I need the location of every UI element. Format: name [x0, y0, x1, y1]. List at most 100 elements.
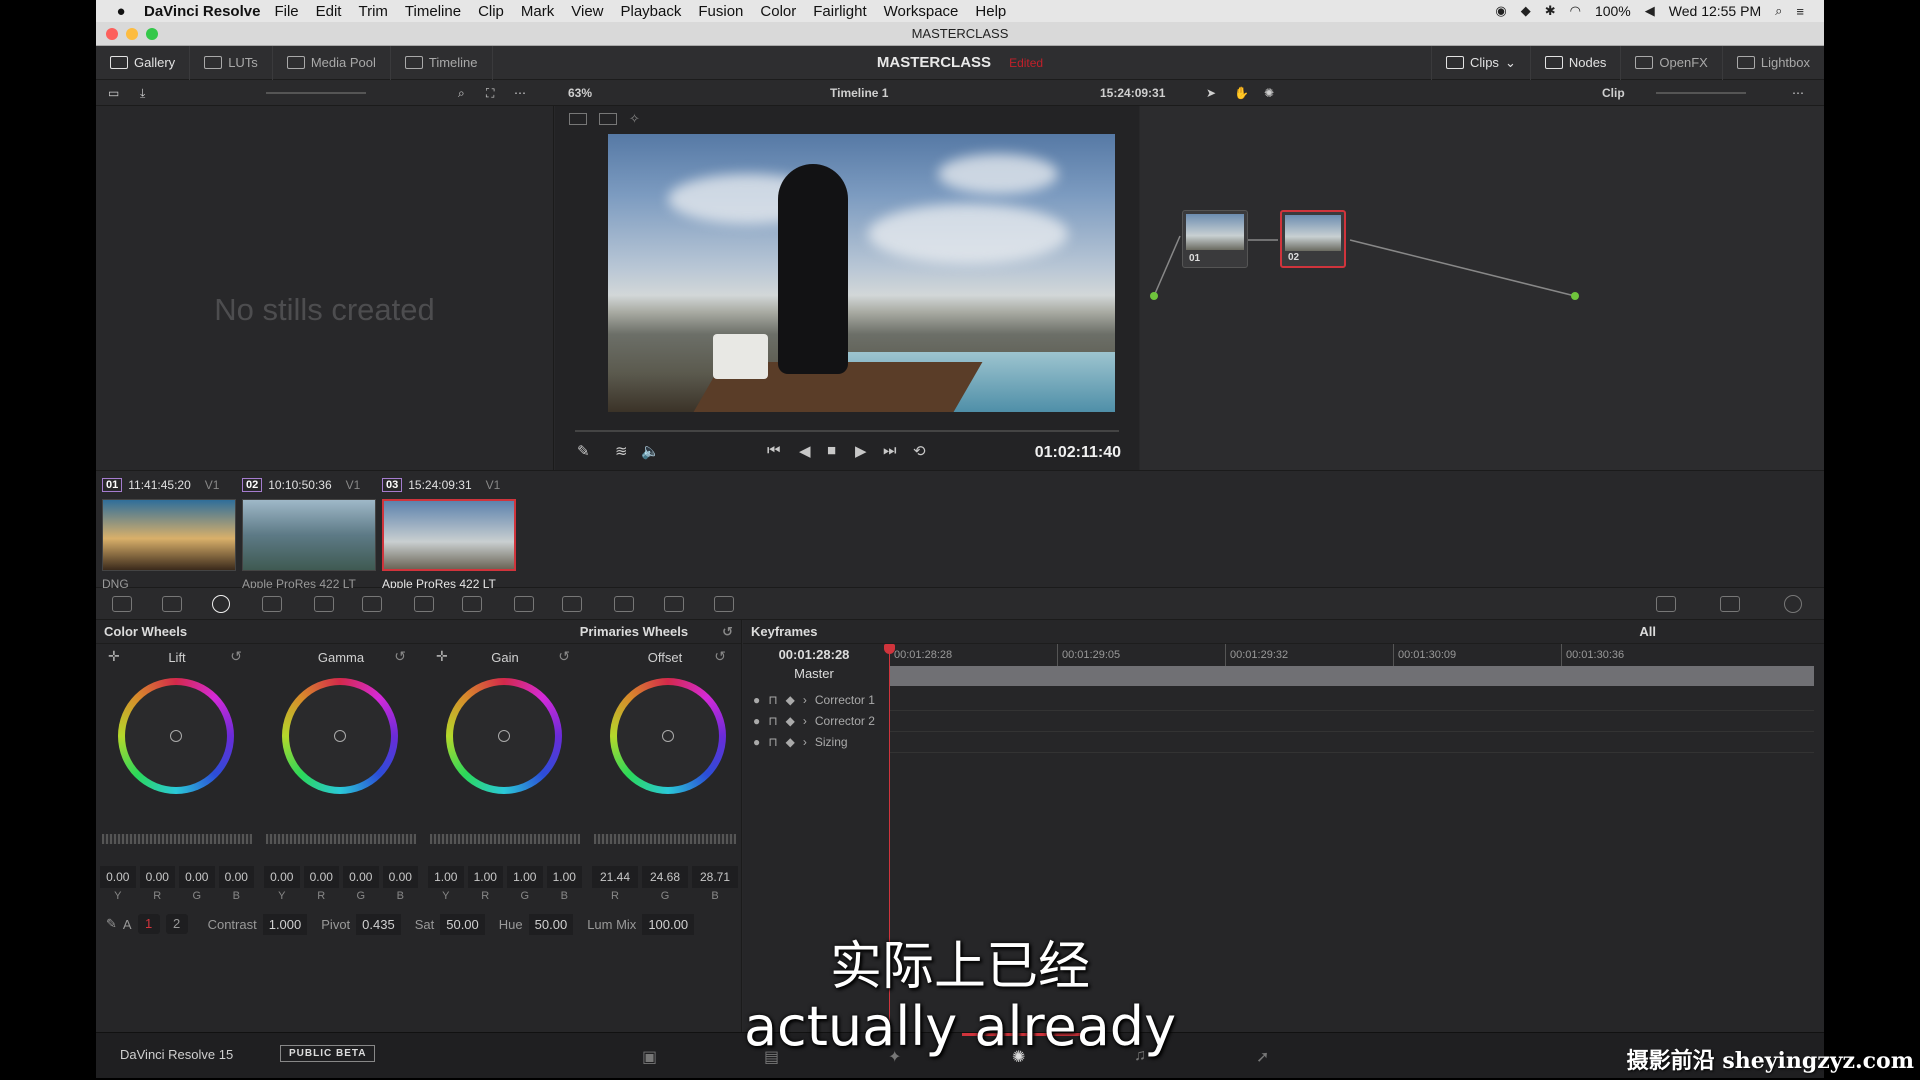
- volume-icon[interactable]: ◀: [1645, 3, 1655, 19]
- menu-view[interactable]: View: [571, 3, 603, 20]
- chevron-right-icon[interactable]: ›: [803, 693, 807, 707]
- color-match-icon[interactable]: [162, 596, 182, 612]
- scopes-icon[interactable]: [1720, 596, 1740, 612]
- notification-icon[interactable]: ≡: [1796, 4, 1804, 19]
- gamma-wheel[interactable]: [282, 678, 398, 794]
- menu-edit[interactable]: Edit: [316, 3, 342, 20]
- scrubber-bar[interactable]: [575, 430, 1119, 432]
- value-b[interactable]: 1.00: [546, 866, 582, 888]
- tracker-icon[interactable]: [514, 596, 534, 612]
- value-b[interactable]: 0.00: [382, 866, 418, 888]
- value-y[interactable]: 0.00: [100, 866, 136, 888]
- enable-dot-icon[interactable]: ●: [753, 693, 760, 707]
- camera-raw-icon[interactable]: [112, 596, 132, 612]
- skip-back-icon[interactable]: ⏮: [767, 442, 781, 459]
- lock-icon[interactable]: ⊓: [768, 714, 777, 728]
- clip-02[interactable]: 02 10:10:50:36 V1 Apple ProRes 422 LT: [242, 477, 376, 591]
- split-view-icon[interactable]: [599, 113, 617, 125]
- color-wheels-icon[interactable]: [212, 595, 230, 613]
- apple-menu-icon[interactable]: ●: [106, 3, 136, 20]
- diamond-icon[interactable]: ◆: [786, 693, 795, 707]
- menu-clip[interactable]: Clip: [478, 3, 504, 20]
- node-mode-select[interactable]: Clip: [1602, 80, 1625, 106]
- luts-button[interactable]: LUTs: [190, 45, 273, 80]
- fullscreen-icon[interactable]: ⛶: [486, 80, 494, 106]
- keyframe-filter-select[interactable]: All: [1639, 624, 1656, 639]
- lift-wheel[interactable]: [118, 678, 234, 794]
- play-icon[interactable]: ▶: [855, 442, 867, 460]
- clock[interactable]: Wed 12:55 PM: [1669, 3, 1761, 19]
- value-y[interactable]: 1.00: [428, 866, 464, 888]
- skip-forward-icon[interactable]: ⏭: [883, 442, 897, 459]
- diamond-icon[interactable]: ◆: [786, 735, 795, 749]
- diamond-icon[interactable]: ◆: [786, 714, 795, 728]
- enable-dot-icon[interactable]: ●: [753, 714, 760, 728]
- wheel-handle[interactable]: [170, 730, 182, 742]
- master-wheel[interactable]: [102, 834, 252, 844]
- pointer-tool-icon[interactable]: ➤: [1206, 80, 1216, 106]
- value-g[interactable]: 0.00: [179, 866, 215, 888]
- wheel-handle[interactable]: [498, 730, 510, 742]
- menu-fairlight[interactable]: Fairlight: [813, 3, 866, 20]
- hand-tool-icon[interactable]: ✋: [1234, 80, 1249, 106]
- wheel-handle[interactable]: [662, 730, 674, 742]
- value-r[interactable]: 0.00: [303, 866, 339, 888]
- node-02[interactable]: 02: [1280, 210, 1346, 268]
- zoom-select[interactable]: 63%: [568, 80, 592, 106]
- video-frame[interactable]: [608, 134, 1115, 412]
- master-wheel[interactable]: [430, 834, 580, 844]
- value-r[interactable]: 1.00: [467, 866, 503, 888]
- wheel-handle[interactable]: [334, 730, 346, 742]
- app-menu[interactable]: DaVinci Resolve: [144, 3, 260, 20]
- chevron-right-icon[interactable]: ›: [803, 714, 807, 728]
- key-icon[interactable]: [614, 596, 634, 612]
- info-icon[interactable]: [1784, 595, 1802, 613]
- stop-icon[interactable]: ■: [827, 442, 836, 459]
- media-pool-button[interactable]: Media Pool: [273, 45, 391, 80]
- menu-help[interactable]: Help: [975, 3, 1006, 20]
- node-01[interactable]: 01: [1182, 210, 1248, 268]
- value-r[interactable]: 21.44: [592, 866, 638, 888]
- qualifier-icon[interactable]: [414, 596, 434, 612]
- window-icon[interactable]: [462, 596, 482, 612]
- magic-wand-icon[interactable]: ✧: [629, 111, 640, 127]
- rgb-mixer-icon[interactable]: [262, 596, 282, 612]
- 3d-icon[interactable]: [714, 596, 734, 612]
- wifi-icon[interactable]: ◠: [1570, 3, 1581, 19]
- reset-icon[interactable]: ↺: [394, 648, 406, 665]
- reset-icon[interactable]: ↺: [558, 648, 570, 665]
- single-view-icon[interactable]: [569, 113, 587, 125]
- reset-icon[interactable]: ↺: [714, 648, 726, 665]
- master-track[interactable]: [889, 666, 1814, 686]
- value-g[interactable]: 0.00: [343, 866, 379, 888]
- minimize-window-button[interactable]: [126, 28, 138, 40]
- menu-trim[interactable]: Trim: [358, 3, 387, 20]
- keyframes-icon[interactable]: [1656, 596, 1676, 612]
- import-still-icon[interactable]: ⤓: [140, 80, 145, 106]
- menu-file[interactable]: File: [274, 3, 298, 20]
- play-reverse-icon[interactable]: ◀: [799, 442, 811, 460]
- master-wheel[interactable]: [266, 834, 416, 844]
- nodes-button[interactable]: Nodes: [1529, 45, 1621, 80]
- loop-icon[interactable]: ⟲: [913, 442, 926, 460]
- search-icon[interactable]: ⌕: [458, 80, 465, 106]
- gallery-options-icon[interactable]: ⋯: [514, 80, 526, 106]
- lock-icon[interactable]: ⊓: [768, 693, 777, 707]
- keyframe-row-corrector-2[interactable]: ● ⊓ ◆ › Corrector 2: [743, 711, 885, 731]
- master-wheel[interactable]: [594, 834, 736, 844]
- node-editor[interactable]: 01 02: [1140, 106, 1824, 470]
- keyframe-row-sizing[interactable]: ● ⊓ ◆ › Sizing: [743, 732, 885, 752]
- lightbox-button[interactable]: Lightbox: [1721, 45, 1824, 80]
- clip-03[interactable]: 03 15:24:09:31 V1 Apple ProRes 422 LT: [382, 477, 516, 591]
- wheels-mode-select[interactable]: Primaries Wheels: [580, 624, 688, 639]
- menu-fusion[interactable]: Fusion: [698, 3, 743, 20]
- keyframe-row-corrector-1[interactable]: ● ⊓ ◆ › Corrector 1: [743, 690, 885, 710]
- node-options-icon[interactable]: ⋯: [1792, 80, 1804, 106]
- color-dots-icon[interactable]: ✺: [1264, 80, 1274, 106]
- reset-all-icon[interactable]: ↺: [722, 624, 733, 640]
- offset-wheel[interactable]: [610, 678, 726, 794]
- value-b[interactable]: 28.71: [692, 866, 738, 888]
- gallery-button[interactable]: Gallery: [96, 45, 191, 80]
- viewer-timecode[interactable]: 15:24:09:31: [1100, 80, 1165, 106]
- menu-workspace[interactable]: Workspace: [884, 3, 959, 20]
